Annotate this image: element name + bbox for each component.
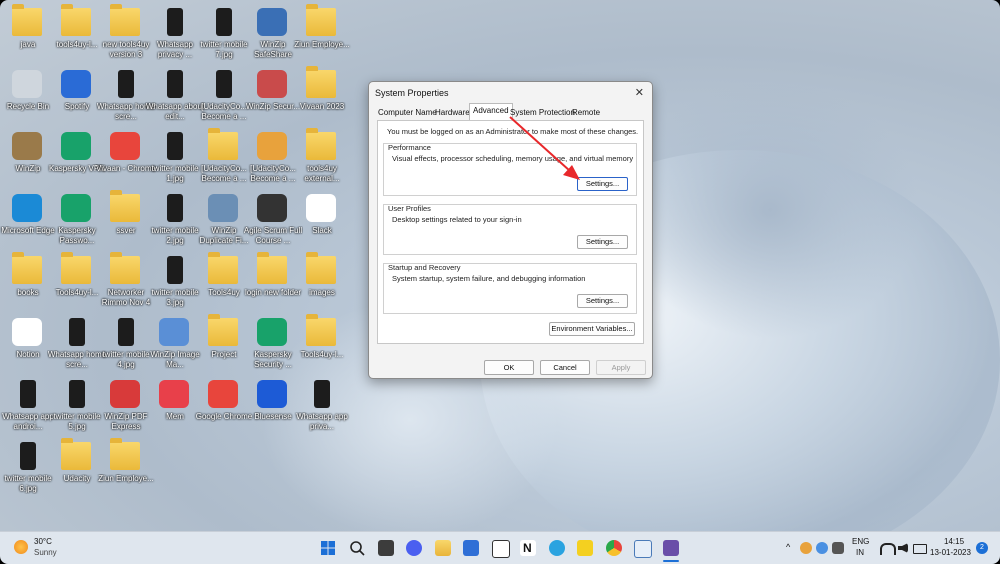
telegram-icon[interactable] — [549, 540, 565, 556]
sticky-notes-icon[interactable] — [577, 540, 593, 556]
notion-icon[interactable] — [492, 540, 510, 558]
language-indicator[interactable]: ENG — [852, 537, 869, 546]
start-icon[interactable] — [320, 540, 336, 556]
wifi-icon[interactable] — [880, 543, 896, 555]
winzip-icon[interactable] — [663, 540, 679, 556]
annotation-arrow-icon — [509, 116, 580, 180]
screen: java tools4uy-l... new tools4uy version 3W… — [0, 0, 1000, 564]
search-icon[interactable] — [349, 540, 365, 556]
weather-desc[interactable]: Sunny — [34, 548, 57, 557]
tray-app-icon[interactable] — [800, 542, 812, 554]
tray-app-icon[interactable] — [816, 542, 828, 554]
weather-temp[interactable]: 30°C — [34, 537, 52, 546]
notion-text-icon[interactable]: N — [520, 540, 536, 556]
weather-icon[interactable] — [14, 540, 28, 554]
file-explorer-icon[interactable] — [435, 540, 451, 556]
region-indicator[interactable]: IN — [856, 548, 864, 557]
tray-overflow-icon[interactable]: ^ — [786, 542, 790, 552]
notification-badge[interactable]: 2 — [976, 542, 988, 554]
tray-app-icon[interactable] — [832, 542, 844, 554]
snipping-tool-icon[interactable] — [634, 540, 652, 558]
zoom-icon[interactable] — [406, 540, 422, 556]
volume-icon[interactable] — [898, 543, 908, 553]
clock-time[interactable]: 14:15 — [944, 537, 964, 546]
battery-icon[interactable] — [913, 544, 927, 554]
chrome-icon[interactable] — [606, 540, 622, 556]
taskbar: 30°C Sunny N ^ ENG IN 14:15 13-01-2023 2 — [0, 531, 1000, 564]
active-app-indicator — [663, 560, 679, 562]
task-view-icon[interactable] — [378, 540, 394, 556]
clock-date[interactable]: 13-01-2023 — [930, 548, 971, 557]
store-icon[interactable] — [463, 540, 479, 556]
